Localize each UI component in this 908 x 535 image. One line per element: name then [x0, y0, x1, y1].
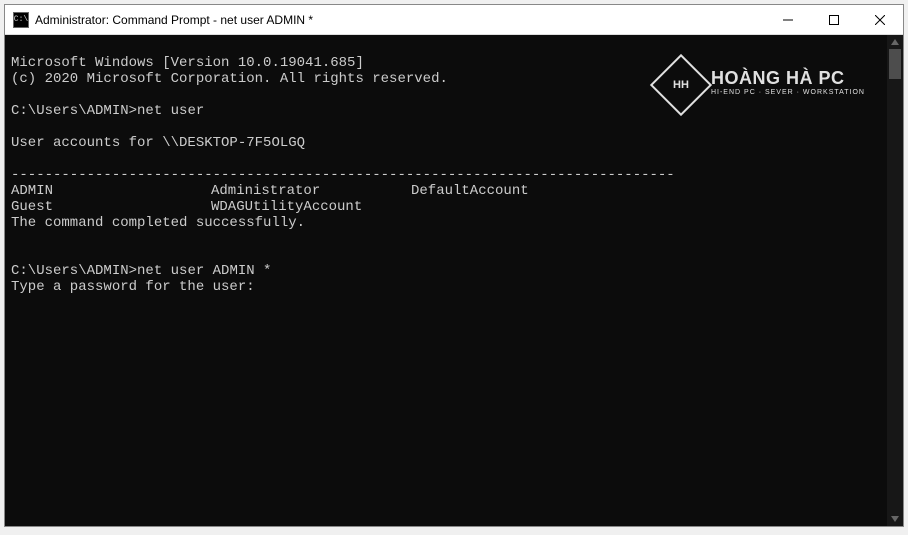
cell: WDAGUtilityAccount: [211, 199, 411, 215]
cell: ADMIN: [11, 183, 211, 199]
watermark-logo-initials: HH: [673, 77, 689, 93]
cmd-icon-label: C:\: [14, 15, 28, 24]
minimize-button[interactable]: [765, 5, 811, 35]
chevron-down-icon: [891, 516, 899, 522]
prompt-path: C:\Users\ADMIN>: [11, 103, 137, 119]
cell: DefaultAccount: [411, 183, 611, 199]
scroll-down-button[interactable]: [887, 512, 903, 526]
watermark: HH HOÀNG HÀ PC HI-END PC · SEVER · WORKS…: [659, 63, 865, 107]
copyright-line: (c) 2020 Microsoft Corporation. All righ…: [11, 71, 448, 87]
cell: Guest: [11, 199, 211, 215]
completed-line: The command completed successfully.: [11, 215, 305, 231]
window-frame: C:\ Administrator: Command Prompt - net …: [4, 4, 904, 527]
separator-line: ----------------------------------------…: [11, 167, 675, 183]
watermark-text: HOÀNG HÀ PC HI-END PC · SEVER · WORKSTAT…: [711, 70, 865, 101]
titlebar[interactable]: C:\ Administrator: Command Prompt - net …: [5, 5, 903, 35]
prompt-path: C:\Users\ADMIN>: [11, 263, 137, 279]
accounts-header: User accounts for \\DESKTOP-7F5OLGQ: [11, 135, 305, 151]
terminal-output[interactable]: Microsoft Windows [Version 10.0.19041.68…: [5, 35, 887, 526]
table-row: ADMINAdministratorDefaultAccount: [11, 183, 881, 199]
password-prompt-line: Type a password for the user:: [11, 279, 255, 295]
cmd-icon: C:\: [13, 12, 29, 28]
watermark-logo: HH: [650, 54, 712, 116]
prompt-command: net user: [137, 103, 204, 119]
terminal-area: Microsoft Windows [Version 10.0.19041.68…: [5, 35, 903, 526]
close-icon: [875, 15, 885, 25]
minimize-icon: [783, 15, 793, 25]
maximize-button[interactable]: [811, 5, 857, 35]
version-line: Microsoft Windows [Version 10.0.19041.68…: [11, 55, 364, 71]
watermark-tagline: HI-END PC · SEVER · WORKSTATION: [711, 85, 865, 101]
scrollbar[interactable]: [887, 35, 903, 526]
scroll-thumb[interactable]: [889, 49, 901, 79]
watermark-brand: HOÀNG HÀ PC: [711, 70, 865, 86]
chevron-up-icon: [891, 39, 899, 45]
table-row: GuestWDAGUtilityAccount: [11, 199, 881, 215]
close-button[interactable]: [857, 5, 903, 35]
cell: Administrator: [211, 183, 411, 199]
scroll-up-button[interactable]: [887, 35, 903, 49]
prompt-command: net user ADMIN *: [137, 263, 271, 279]
window-title: Administrator: Command Prompt - net user…: [35, 13, 765, 27]
maximize-icon: [829, 15, 839, 25]
cell: [411, 199, 611, 215]
